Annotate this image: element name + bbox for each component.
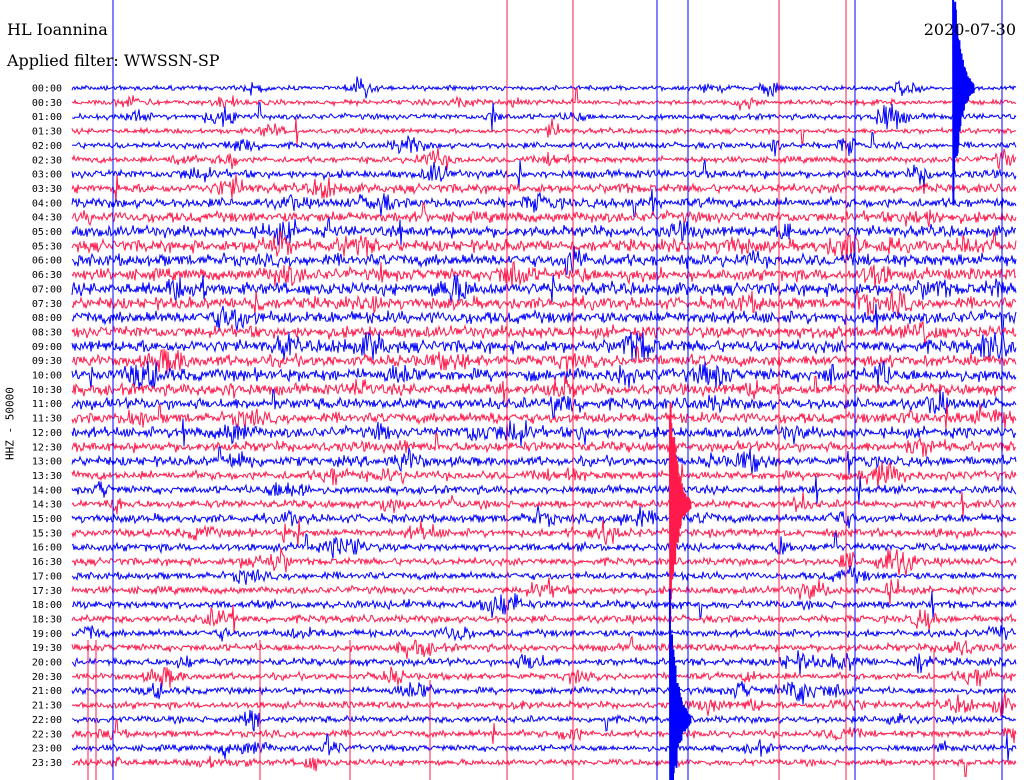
row-label: 16:30 xyxy=(32,557,62,568)
row-label: 10:30 xyxy=(32,385,62,396)
trace-row-0800 xyxy=(71,303,1017,333)
row-label: 01:00 xyxy=(32,112,62,123)
row-label: 13:30 xyxy=(32,471,62,482)
trace-row-0230 xyxy=(71,147,1017,171)
row-label: 21:00 xyxy=(32,686,62,697)
trace-row-0030 xyxy=(71,87,1017,111)
row-label: 22:30 xyxy=(32,729,62,740)
trace-row-2100 xyxy=(71,681,1017,705)
trace-row-1900 xyxy=(71,624,1017,642)
trace-row-1100 xyxy=(71,389,1017,419)
row-label: 04:00 xyxy=(32,198,62,209)
trace-row-1530 xyxy=(71,518,1017,547)
row-label: 22:00 xyxy=(32,715,62,726)
trace-row-1000 xyxy=(71,360,1017,390)
trace-row-0430 xyxy=(71,202,1017,228)
trace-row-0000 xyxy=(71,76,1017,99)
row-label: 13:00 xyxy=(32,457,62,468)
row-label: 03:00 xyxy=(32,170,62,181)
row-label: 19:00 xyxy=(32,629,62,640)
row-label: 00:00 xyxy=(32,84,62,95)
trace-group xyxy=(71,0,1017,780)
row-label: 15:00 xyxy=(32,514,62,525)
trace-row-1200 xyxy=(71,418,1017,447)
row-label: 11:00 xyxy=(32,399,62,410)
row-label: 08:30 xyxy=(32,327,62,338)
row-label: 21:30 xyxy=(32,701,62,712)
row-label: 18:30 xyxy=(32,614,62,625)
filter-subtitle: Applied filter: WWSSN-SP xyxy=(7,51,220,70)
row-label-group: 00:00 00:30 01:00 01:30 02:00 02:30 03:00 03:30… xyxy=(32,84,62,769)
row-label: 07:30 xyxy=(32,299,62,310)
row-label: 05:00 xyxy=(32,227,62,238)
row-label: 01:30 xyxy=(32,127,62,138)
trace-row-2000 xyxy=(71,650,1017,676)
trace-row-1330 xyxy=(71,461,1017,490)
row-label: 05:30 xyxy=(32,241,62,252)
seismogram-plot: 00:00 00:30 01:00 01:30 02:00 02:30 03:00 03:30… xyxy=(32,0,1017,780)
row-label: 02:30 xyxy=(32,155,62,166)
trace-row-1400 xyxy=(71,475,1017,504)
row-label: 17:30 xyxy=(32,586,62,597)
row-label: 12:30 xyxy=(32,442,62,453)
row-label: 11:30 xyxy=(32,414,62,425)
row-label: 12:00 xyxy=(32,428,62,439)
trace-row-2130 xyxy=(71,692,1017,717)
trace-row-0200 xyxy=(71,131,1017,157)
trace-row-1500 xyxy=(71,505,1017,529)
row-label: 23:30 xyxy=(32,758,62,769)
trace-row-2030 xyxy=(71,666,1017,688)
row-label: 10:00 xyxy=(32,371,62,382)
trace-row-2330 xyxy=(71,755,1017,777)
row-label: 06:00 xyxy=(32,256,62,267)
trace-row-1930 xyxy=(71,635,1017,659)
row-label: 07:00 xyxy=(32,284,62,295)
row-label: 20:30 xyxy=(32,672,62,683)
row-label: 17:00 xyxy=(32,571,62,582)
row-label: 23:00 xyxy=(32,744,62,755)
row-label: 15:30 xyxy=(32,528,62,539)
trace-row-1430 xyxy=(71,491,1017,517)
date-label: 2020-07-30 xyxy=(923,20,1016,39)
trace-row-0400 xyxy=(71,188,1017,218)
trace-row-0830 xyxy=(71,320,1017,346)
channel-scale-label: HHZ - 50000 xyxy=(3,387,17,460)
row-label: 04:30 xyxy=(32,213,62,224)
trace-row-1600 xyxy=(71,532,1017,559)
trace-row-1830 xyxy=(71,604,1017,633)
trace-row-2200 xyxy=(71,709,1017,732)
row-label: 09:00 xyxy=(32,342,62,353)
row-label: 08:00 xyxy=(32,313,62,324)
trace-row-1730 xyxy=(71,577,1016,605)
row-label: 06:30 xyxy=(32,270,62,281)
trace-row-0500 xyxy=(71,217,1017,246)
row-label: 14:30 xyxy=(32,500,62,511)
trace-row-1130 xyxy=(71,403,1017,430)
trace-row-1630 xyxy=(71,547,1017,576)
trace-row-1700 xyxy=(71,565,1017,585)
trace-row-0900 xyxy=(71,331,1017,361)
trace-row-2300 xyxy=(71,732,1017,762)
row-label: 18:00 xyxy=(32,600,62,611)
station-title: HL Ioannina xyxy=(7,20,108,39)
row-label: 20:00 xyxy=(32,658,62,669)
row-label: 00:30 xyxy=(32,98,62,109)
trace-row-0300 xyxy=(71,159,1017,189)
trace-row-1800 xyxy=(71,590,1017,620)
row-label: 09:30 xyxy=(32,356,62,367)
row-label: 02:00 xyxy=(32,141,62,152)
row-label: 19:30 xyxy=(32,643,62,654)
row-label: 14:00 xyxy=(32,485,62,496)
row-label: 16:00 xyxy=(32,543,62,554)
trace-row-2230 xyxy=(71,719,1017,744)
trace-row-0530 xyxy=(71,231,1017,260)
row-label: 03:30 xyxy=(32,184,62,195)
trace-row-0100 xyxy=(71,102,1017,131)
